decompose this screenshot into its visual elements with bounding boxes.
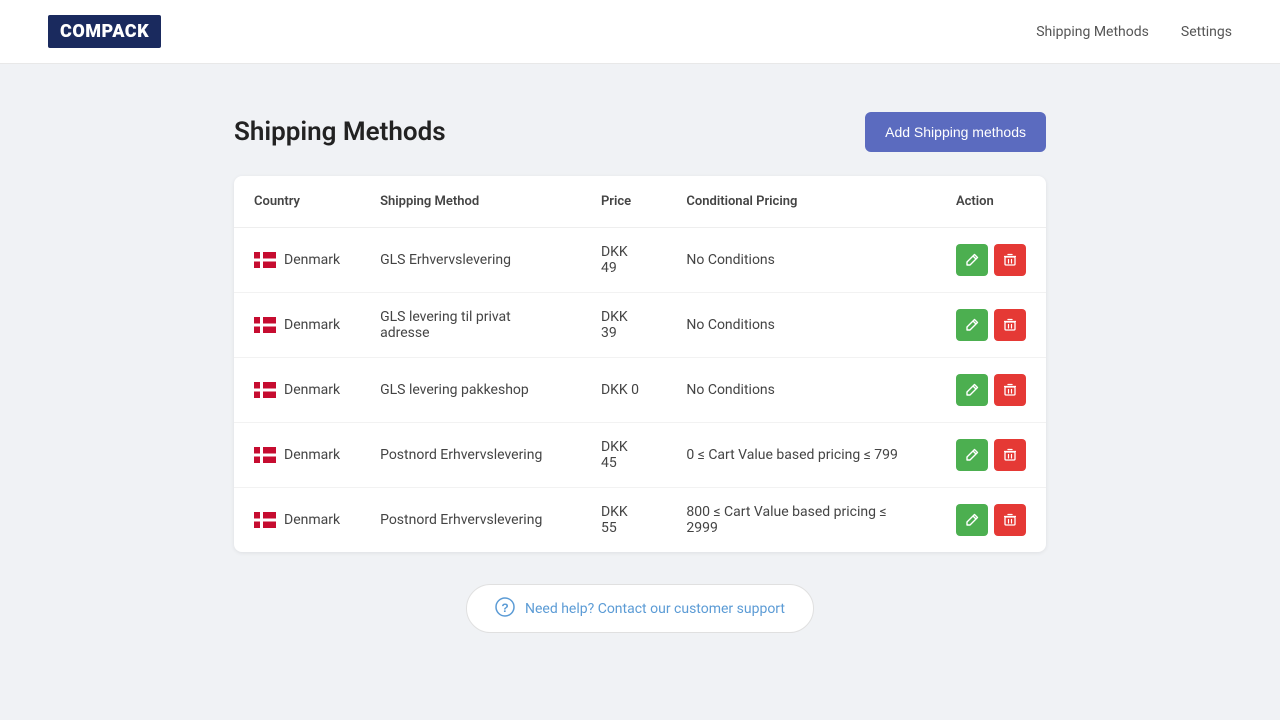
cell-shipping-method: GLS Erhvervslevering (360, 228, 581, 293)
shipping-methods-table: Country Shipping Method Price Conditiona… (234, 176, 1046, 552)
table-header-row: Country Shipping Method Price Conditiona… (234, 176, 1046, 228)
delete-button[interactable] (994, 374, 1026, 406)
denmark-flag-icon (254, 512, 276, 528)
brand-name: COMPACK (48, 15, 161, 48)
cell-country: Denmark (234, 293, 360, 358)
col-action: Action (936, 176, 1046, 228)
support-link[interactable]: Need help? Contact our customer support (525, 601, 785, 617)
cell-conditional-pricing: No Conditions (666, 293, 936, 358)
edit-button[interactable] (956, 244, 988, 276)
delete-button[interactable] (994, 439, 1026, 471)
cell-conditional-pricing: No Conditions (666, 358, 936, 423)
table-row: Denmark GLS levering til privat adresseD… (234, 293, 1046, 358)
cell-action (936, 228, 1046, 293)
table-row: Denmark Postnord ErhvervsleveringDKK 450… (234, 423, 1046, 488)
denmark-flag-icon (254, 252, 276, 268)
cell-conditional-pricing: No Conditions (666, 228, 936, 293)
cell-country: Denmark (234, 488, 360, 553)
denmark-flag-icon (254, 382, 276, 398)
table-header: Country Shipping Method Price Conditiona… (234, 176, 1046, 228)
cell-shipping-method: GLS levering pakkeshop (360, 358, 581, 423)
logo: COMPACK (48, 15, 161, 48)
edit-button[interactable] (956, 309, 988, 341)
add-shipping-method-button[interactable]: Add Shipping methods (865, 112, 1046, 152)
nav-settings[interactable]: Settings (1181, 24, 1232, 40)
table-body: Denmark GLS ErhvervsleveringDKK 49No Con… (234, 228, 1046, 553)
col-conditional-pricing: Conditional Pricing (666, 176, 936, 228)
col-price: Price (581, 176, 666, 228)
country-name: Denmark (284, 382, 340, 398)
delete-button[interactable] (994, 309, 1026, 341)
table-row: Denmark GLS levering pakkeshopDKK 0No Co… (234, 358, 1046, 423)
cell-conditional-pricing: 0 ≤ Cart Value based pricing ≤ 799 (666, 423, 936, 488)
table-row: Denmark Postnord ErhvervsleveringDKK 558… (234, 488, 1046, 553)
shipping-methods-card: Country Shipping Method Price Conditiona… (234, 176, 1046, 552)
cell-country: Denmark (234, 228, 360, 293)
country-name: Denmark (284, 317, 340, 333)
brand-pack: PACK (102, 21, 150, 42)
table-row: Denmark GLS ErhvervsleveringDKK 49No Con… (234, 228, 1046, 293)
col-shipping-method: Shipping Method (360, 176, 581, 228)
cell-price: DKK 39 (581, 293, 666, 358)
page-header: Shipping Methods Add Shipping methods (234, 112, 1046, 152)
edit-button[interactable] (956, 439, 988, 471)
cell-shipping-method: Postnord Erhvervslevering (360, 423, 581, 488)
cell-action (936, 488, 1046, 553)
help-icon: ? (495, 597, 515, 620)
brand-com: COM (60, 21, 102, 42)
cell-action (936, 423, 1046, 488)
cell-price: DKK 49 (581, 228, 666, 293)
col-country: Country (234, 176, 360, 228)
nav-shipping-methods[interactable]: Shipping Methods (1036, 24, 1149, 40)
denmark-flag-icon (254, 447, 276, 463)
main-content: Shipping Methods Add Shipping methods Co… (210, 64, 1070, 681)
cell-shipping-method: GLS levering til privat adresse (360, 293, 581, 358)
edit-button[interactable] (956, 374, 988, 406)
header: COMPACK Shipping Methods Settings (0, 0, 1280, 64)
cell-action (936, 293, 1046, 358)
denmark-flag-icon (254, 317, 276, 333)
delete-button[interactable] (994, 504, 1026, 536)
delete-button[interactable] (994, 244, 1026, 276)
cell-conditional-pricing: 800 ≤ Cart Value based pricing ≤ 2999 (666, 488, 936, 553)
country-name: Denmark (284, 252, 340, 268)
page-title: Shipping Methods (234, 117, 446, 147)
country-name: Denmark (284, 447, 340, 463)
main-nav: Shipping Methods Settings (1036, 24, 1232, 40)
support-banner: ? Need help? Contact our customer suppor… (234, 584, 1046, 633)
cell-country: Denmark (234, 358, 360, 423)
cell-price: DKK 55 (581, 488, 666, 553)
cell-country: Denmark (234, 423, 360, 488)
cell-price: DKK 0 (581, 358, 666, 423)
cell-price: DKK 45 (581, 423, 666, 488)
country-name: Denmark (284, 512, 340, 528)
cell-action (936, 358, 1046, 423)
svg-text:?: ? (501, 601, 508, 615)
support-box: ? Need help? Contact our customer suppor… (466, 584, 814, 633)
cell-shipping-method: Postnord Erhvervslevering (360, 488, 581, 553)
edit-button[interactable] (956, 504, 988, 536)
